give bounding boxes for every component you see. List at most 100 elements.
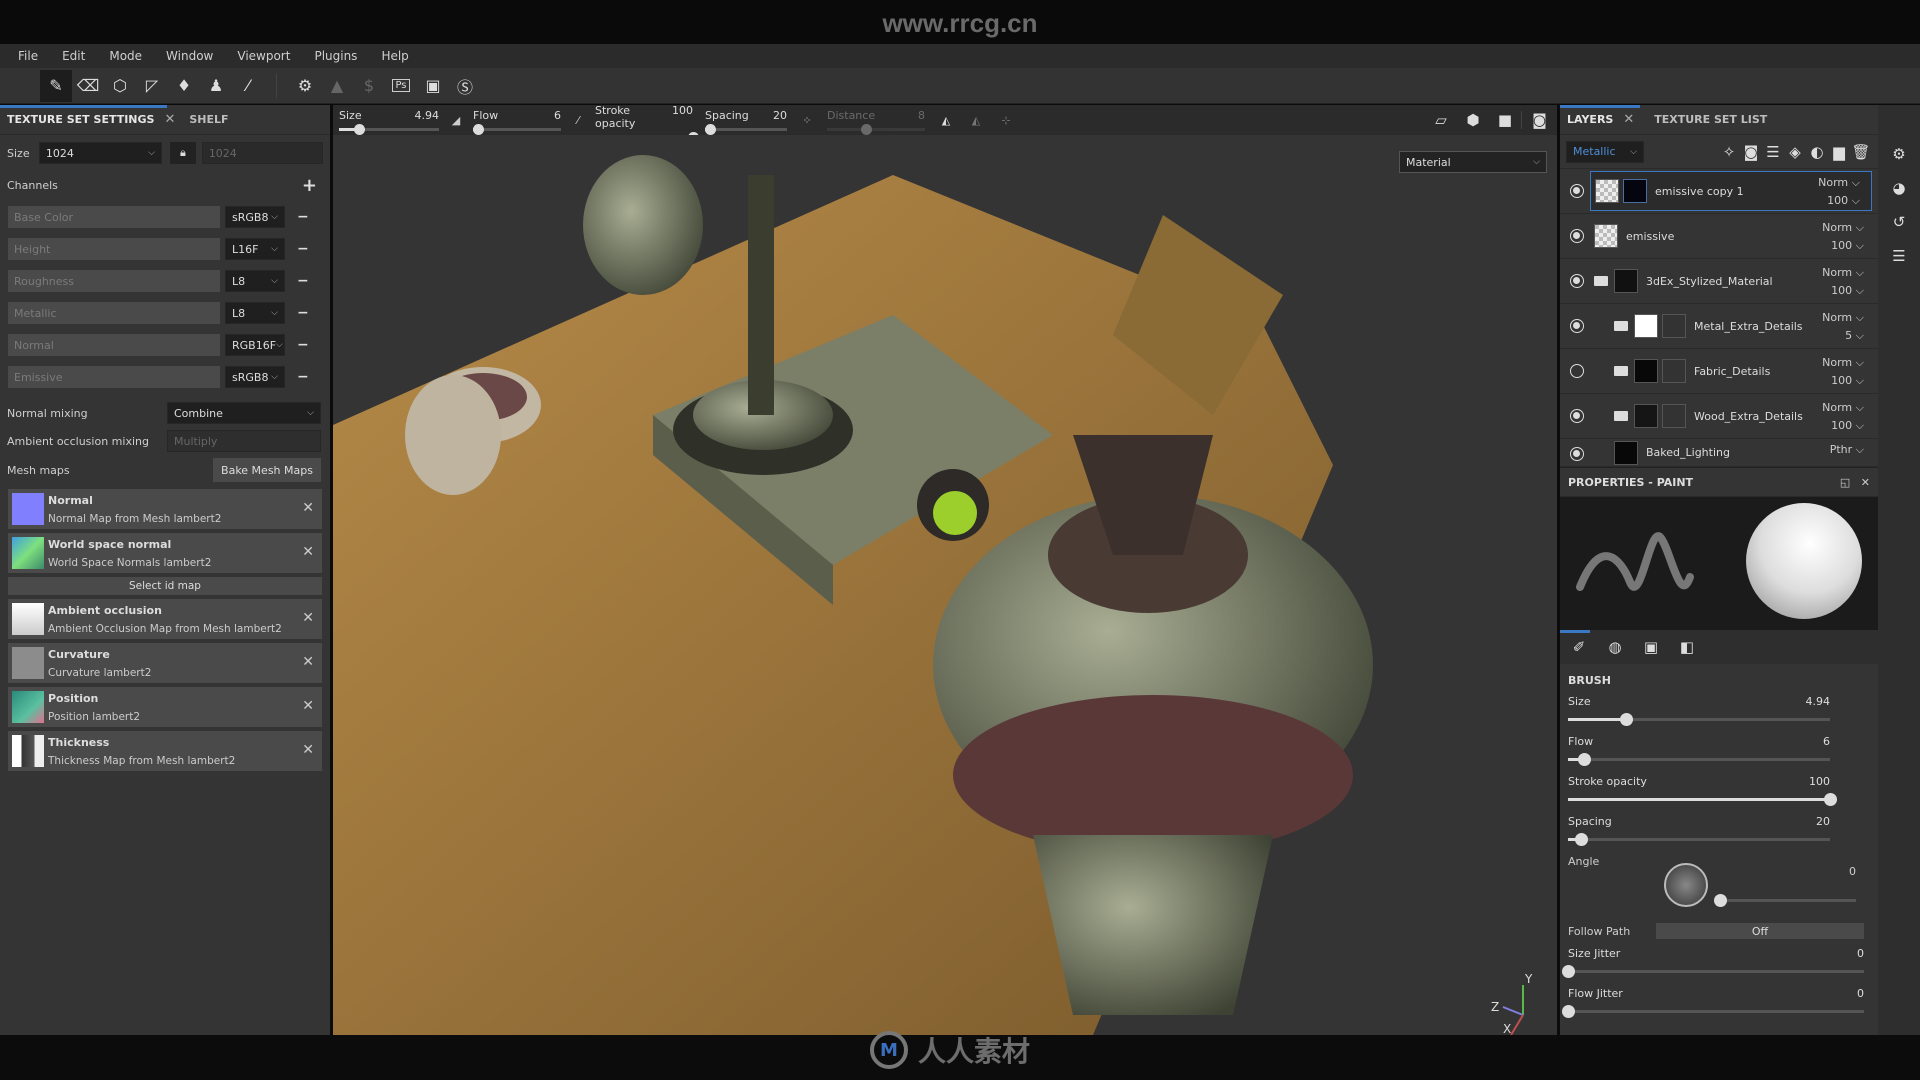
- slider-handle[interactable]: [1562, 1005, 1575, 1018]
- visibility-toggle[interactable]: [1570, 409, 1584, 423]
- polygon-fill-icon[interactable]: ◸: [136, 70, 168, 102]
- folder-icon[interactable]: [1614, 321, 1628, 331]
- slider-track[interactable]: [1562, 965, 1864, 978]
- visibility-toggle[interactable]: [1570, 184, 1584, 198]
- tab-shelf[interactable]: SHELF: [182, 113, 235, 126]
- close-icon[interactable]: ✕: [302, 610, 314, 626]
- channel-format-select[interactable]: L8 ⌵: [225, 302, 285, 324]
- brush-flow-slider[interactable]: Flow 6: [1560, 735, 1878, 766]
- menu-window[interactable]: Window: [154, 49, 225, 63]
- close-icon[interactable]: ✕: [302, 742, 314, 758]
- folder-icon[interactable]: [1614, 366, 1628, 376]
- layer-metal-extra-details[interactable]: Metal_Extra_Details Norm ⌵ 5 ⌵: [1560, 304, 1878, 349]
- camera-icon[interactable]: ■: [1489, 111, 1521, 129]
- folder-open-icon[interactable]: [1594, 276, 1608, 286]
- mesh-map-world-space-normal[interactable]: World space normal World Space Normals la…: [8, 533, 322, 573]
- layer-fabric-details[interactable]: Fabric_Details Norm ⌵ 100 ⌵: [1560, 349, 1878, 394]
- close-icon[interactable]: ✕: [302, 654, 314, 670]
- size-slider[interactable]: Size 4.94: [333, 105, 445, 135]
- mesh-map-ambient-occlusion[interactable]: Ambient occlusion Ambient Occlusion Map f…: [8, 599, 322, 639]
- iray-icon[interactable]: ▣: [417, 70, 449, 102]
- lock-icon[interactable]: 🔒︎: [170, 142, 196, 164]
- channel-format-select[interactable]: RGB16F ⌵: [225, 334, 285, 356]
- symmetry-options-icon[interactable]: ◭: [961, 114, 991, 127]
- remove-channel-button[interactable]: −: [297, 337, 309, 353]
- opacity-select[interactable]: 100 ⌵: [1818, 192, 1860, 210]
- close-icon[interactable]: ✕: [302, 500, 314, 516]
- menu-mode[interactable]: Mode: [97, 49, 154, 63]
- close-icon[interactable]: ✕: [302, 544, 314, 560]
- add-layer-icon[interactable]: ☰: [1762, 141, 1784, 163]
- folder-icon[interactable]: [1614, 411, 1628, 421]
- slider-handle[interactable]: [1577, 753, 1591, 766]
- flow-slider[interactable]: Flow 6: [467, 105, 567, 135]
- close-icon[interactable]: ✕: [1623, 112, 1634, 127]
- display-mode-select[interactable]: Material ⌵: [1399, 151, 1547, 173]
- slider-handle[interactable]: [1824, 793, 1837, 806]
- brush-stroke-opacity-slider[interactable]: Stroke opacity 100: [1560, 775, 1878, 806]
- slider-handle[interactable]: [861, 124, 873, 135]
- slider-handle[interactable]: [1619, 713, 1633, 726]
- clone-stamp-icon[interactable]: ♟: [200, 70, 232, 102]
- visibility-toggle[interactable]: [1570, 364, 1584, 378]
- angle-slider-track[interactable]: [1714, 894, 1856, 907]
- layer-3dex-stylized-material[interactable]: 3dEx_Stylized_Material Norm ⌵ 100 ⌵: [1560, 259, 1878, 304]
- bake-mesh-maps-button[interactable]: Bake Mesh Maps: [213, 458, 321, 482]
- layer-emissive-copy-1[interactable]: emissive copy 1 Norm ⌵ 100 ⌵: [1560, 169, 1878, 214]
- menu-file[interactable]: File: [6, 49, 50, 63]
- remove-channel-button[interactable]: −: [297, 209, 309, 225]
- visibility-toggle[interactable]: [1570, 274, 1584, 288]
- eraser-icon[interactable]: ⌫: [72, 70, 104, 102]
- add-mask-icon[interactable]: ◙: [1740, 141, 1762, 163]
- select-id-map-button[interactable]: Select id map: [8, 577, 322, 595]
- add-channel-button[interactable]: +: [302, 175, 317, 196]
- symmetry-icon[interactable]: ◭: [931, 114, 961, 127]
- angle-dial[interactable]: [1664, 863, 1708, 907]
- blend-mode-select[interactable]: Pthr ⌵: [1830, 441, 1864, 459]
- delete-layer-icon[interactable]: 🗑︎: [1850, 141, 1872, 163]
- slider-handle[interactable]: [704, 124, 716, 135]
- channel-format-select[interactable]: sRGB8 ⌵: [225, 206, 285, 228]
- photoshop-export-icon[interactable]: Ps: [385, 70, 417, 102]
- blend-mode-select[interactable]: Norm ⌵: [1822, 264, 1864, 282]
- mesh-map-curvature[interactable]: Curvature Curvature lambert2 ✕: [8, 643, 322, 683]
- shader-settings-icon[interactable]: ◕: [1888, 177, 1910, 199]
- add-fill-layer-icon[interactable]: ◈: [1784, 141, 1806, 163]
- normal-mixing-select[interactable]: Combine ⌵: [167, 402, 321, 424]
- layer-baked-lighting[interactable]: Baked_Lighting Pthr ⌵: [1560, 439, 1878, 467]
- camera-view-icon[interactable]: ▱: [1425, 111, 1457, 129]
- menu-help[interactable]: Help: [369, 49, 420, 63]
- mesh-map-normal[interactable]: Normal Normal Map from Mesh lambert2 ✕: [8, 489, 322, 529]
- visibility-toggle[interactable]: [1570, 229, 1584, 243]
- slider-handle[interactable]: [354, 124, 365, 135]
- add-effect-icon[interactable]: ✧: [1718, 141, 1740, 163]
- blend-mode-select[interactable]: Norm ⌵: [1822, 354, 1864, 372]
- channel-filter-select[interactable]: Metallic ⌵: [1566, 140, 1644, 163]
- display-mode-icon[interactable]: ⬢: [1457, 111, 1489, 129]
- pen-pressure-flow-icon[interactable]: ⁄: [567, 114, 589, 127]
- size-jitter-slider[interactable]: Size Jitter 0: [1560, 947, 1878, 978]
- stencil-tab-icon[interactable]: ▣: [1640, 636, 1662, 658]
- projection-icon[interactable]: ⬡: [104, 70, 136, 102]
- slider-track[interactable]: [704, 124, 787, 135]
- tab-layers[interactable]: LAYERS ✕: [1560, 112, 1641, 127]
- substance-source-icon[interactable]: $: [353, 70, 385, 102]
- brush-spacing-slider[interactable]: Spacing 20: [1560, 815, 1878, 846]
- follow-path-toggle[interactable]: Off: [1656, 923, 1864, 939]
- layer-emissive[interactable]: emissive Norm ⌵ 100 ⌵: [1560, 214, 1878, 259]
- brush-tab-icon[interactable]: ✐: [1568, 636, 1590, 658]
- close-icon[interactable]: ✕: [164, 112, 175, 127]
- slider-track[interactable]: [1568, 713, 1830, 726]
- menu-edit[interactable]: Edit: [50, 49, 97, 63]
- visibility-toggle[interactable]: [1570, 319, 1584, 333]
- blend-mode-select[interactable]: Norm ⌵: [1818, 174, 1860, 192]
- color-picker-icon[interactable]: ⁄: [232, 70, 264, 102]
- channel-format-select[interactable]: L16F ⌵: [225, 238, 285, 260]
- slider-handle[interactable]: [1562, 965, 1575, 978]
- slider-track[interactable]: [1568, 793, 1837, 806]
- remove-channel-button[interactable]: −: [297, 369, 309, 385]
- blend-mode-select[interactable]: Norm ⌵: [1822, 309, 1864, 327]
- slider-handle[interactable]: [1714, 894, 1727, 907]
- slider-handle[interactable]: [473, 124, 485, 135]
- opacity-select[interactable]: 100 ⌵: [1822, 417, 1864, 435]
